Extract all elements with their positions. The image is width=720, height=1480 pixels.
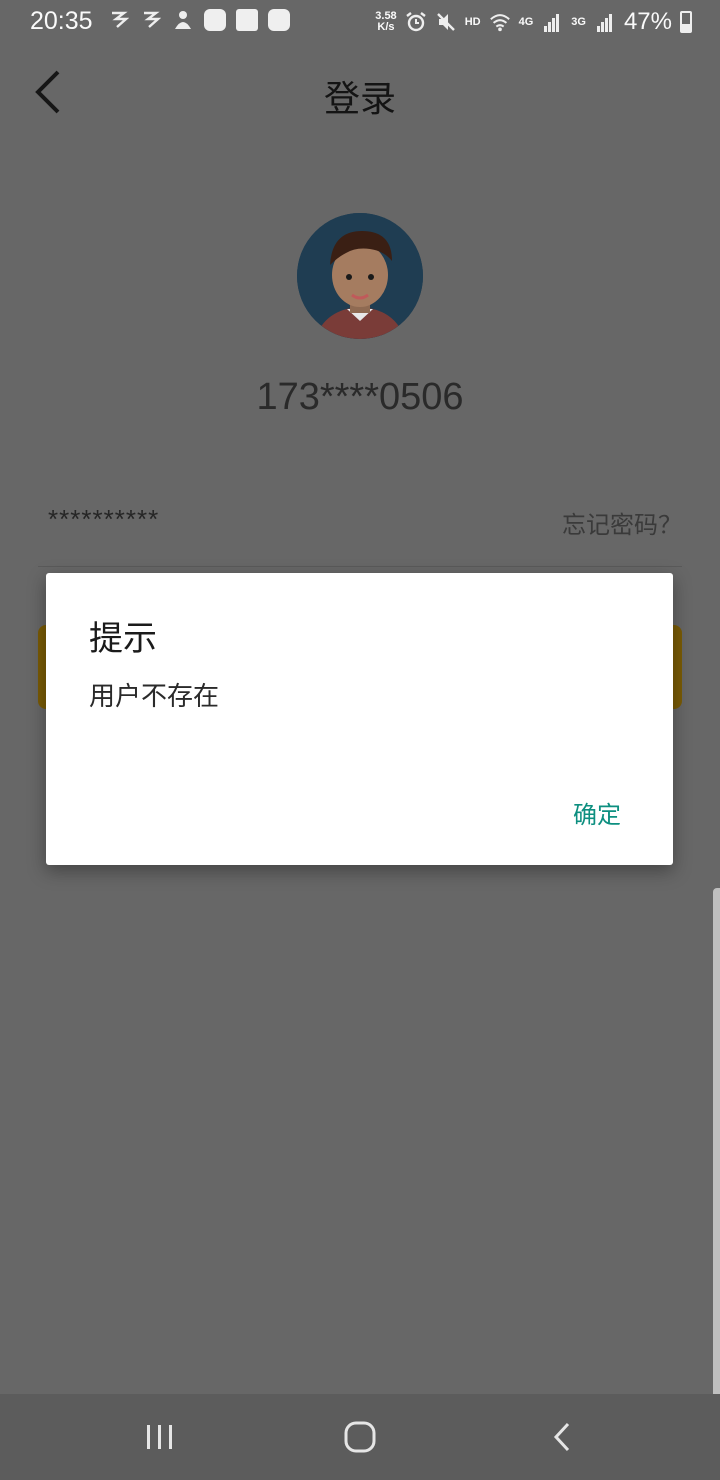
net-4g-label: 4G [518,16,534,28]
app-bar: 登录 [0,46,720,138]
hd-label: HD [464,16,481,28]
recents-icon [147,1425,172,1449]
status-bar: 20:35 3.58 K/s HD 4G 3G 47% [0,0,720,46]
mute-icon [435,11,457,33]
notification-icons [108,9,290,31]
wifi-icon [489,11,511,33]
back-nav-button[interactable] [532,1412,592,1462]
dialog-message: 用户不存在 [89,682,220,712]
edge-panel-handle[interactable] [713,888,720,1472]
dialog-ok-button[interactable]: 确定 [573,795,621,830]
avatar-illustration [297,213,423,339]
battery-percent: 47% [623,8,672,35]
check-app-icon [204,9,226,31]
speed-unit: K/s [377,21,395,33]
recents-button[interactable] [130,1412,190,1462]
alert-dialog: 提示 用户不存在 确定 [46,573,673,865]
net-3g-label: 3G [571,16,586,28]
password-underline [38,566,682,567]
alarm-icon [405,11,427,33]
page-title: 登录 [323,79,396,120]
back-icon [553,1422,570,1452]
person-notification-icon [172,9,194,31]
checkbox-app-icon [236,9,258,31]
battery-icon [680,11,692,33]
signal-icon [594,11,616,33]
home-icon [344,1421,376,1453]
navigation-bar [0,1394,720,1480]
phone-number: 173****0506 [256,376,464,418]
home-button[interactable] [330,1412,390,1462]
check-app-icon [268,9,290,31]
status-right: 3.58 K/s HD 4G 3G 47% [375,8,692,36]
app-notification-icon [108,9,130,31]
password-field[interactable]: ********** [48,504,159,535]
signal-icon [541,11,563,33]
avatar [297,213,423,339]
app-notification-icon [140,9,162,31]
network-speed: 3.58 K/s [375,11,396,33]
dialog-title: 提示 [89,619,157,659]
status-time: 20:35 [30,7,93,35]
forgot-password-link[interactable]: 忘记密码？ [562,505,682,540]
